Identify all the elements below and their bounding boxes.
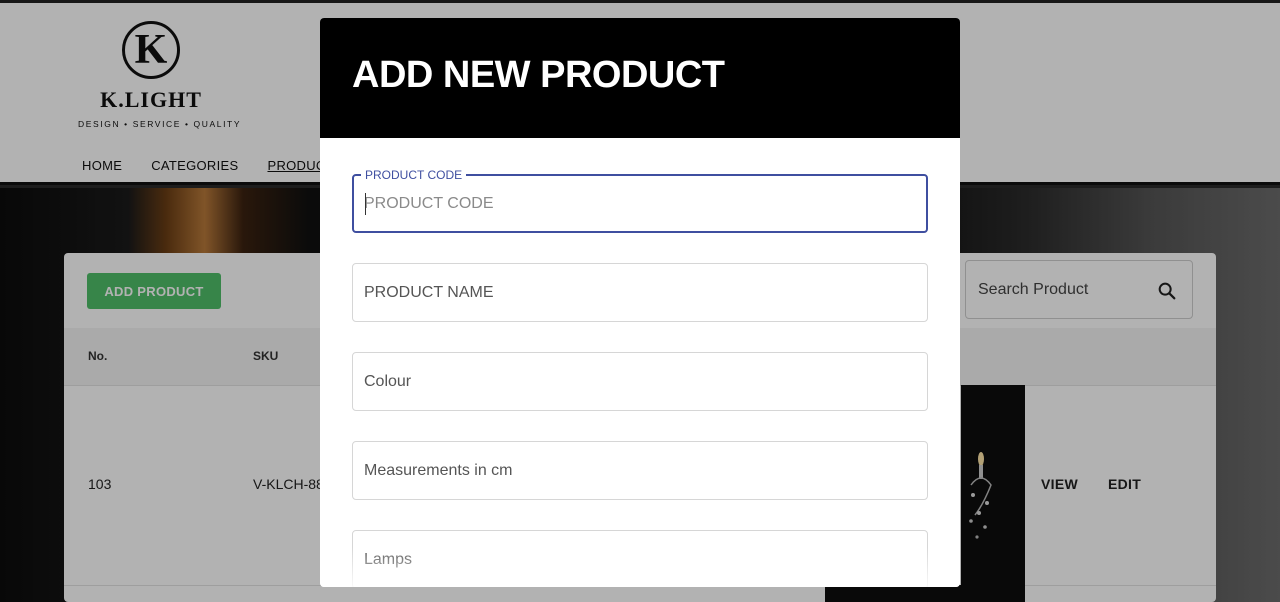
product-code-input[interactable] — [354, 176, 926, 231]
product-name-input[interactable] — [353, 264, 927, 321]
colour-field — [352, 352, 928, 411]
product-code-field: PRODUCT CODE — [352, 168, 928, 233]
colour-input[interactable] — [353, 353, 927, 410]
measurements-field — [352, 441, 928, 500]
lamps-field — [352, 530, 928, 587]
modal-title: ADD NEW PRODUCT — [352, 54, 725, 96]
text-cursor — [365, 193, 366, 215]
add-product-modal: ADD NEW PRODUCT PRODUCT CODE — [320, 18, 960, 587]
lamps-input[interactable] — [353, 531, 927, 587]
modal-header: ADD NEW PRODUCT — [320, 18, 960, 138]
measurements-input[interactable] — [353, 442, 927, 499]
product-code-label: PRODUCT CODE — [361, 168, 467, 182]
modal-form: PRODUCT CODE — [320, 138, 960, 587]
product-name-field — [352, 263, 928, 322]
